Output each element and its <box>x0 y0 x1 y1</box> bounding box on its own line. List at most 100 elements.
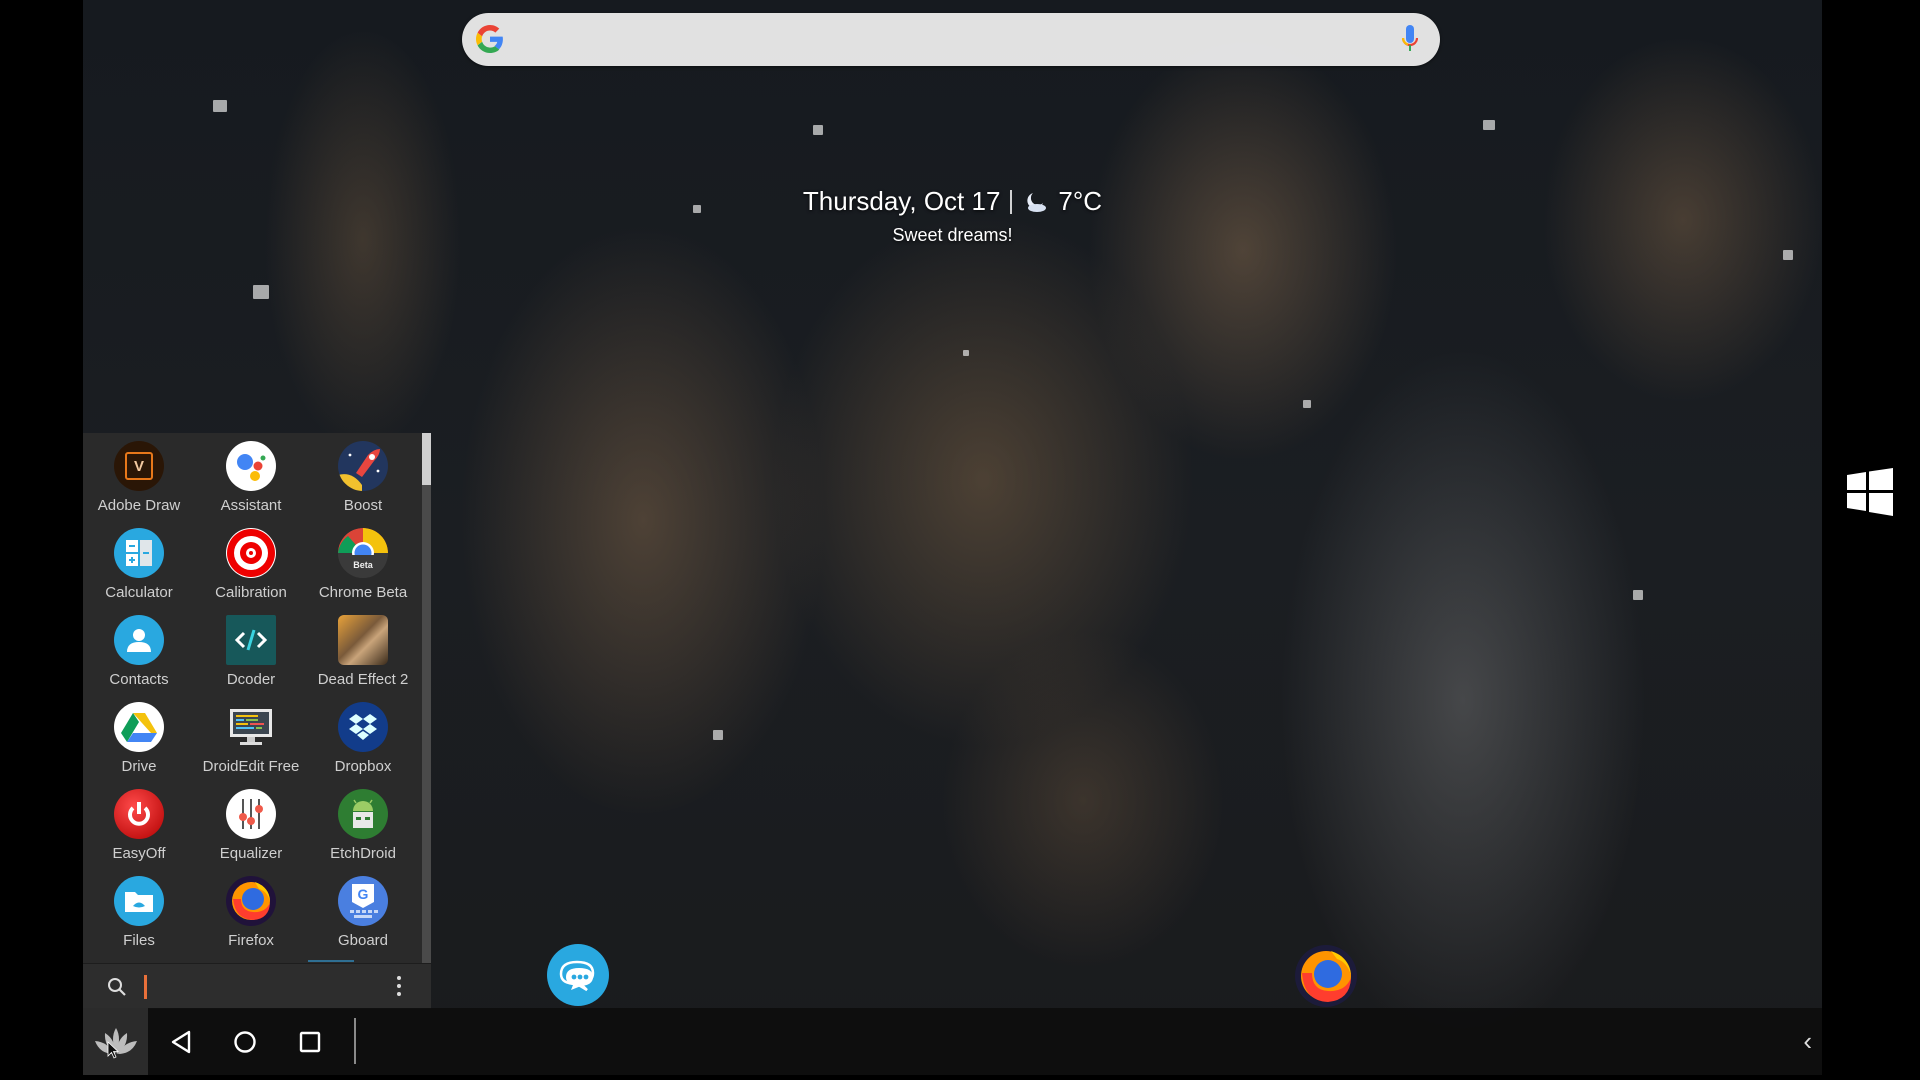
app-label: Boost <box>343 497 383 514</box>
wallpaper-speck <box>713 730 723 740</box>
dead-effect-2-icon <box>338 615 388 665</box>
svg-text:G: G <box>358 886 369 902</box>
back-button[interactable] <box>165 1026 197 1058</box>
drive-icon <box>114 702 164 752</box>
dropbox-icon <box>338 702 388 752</box>
app-label: Adobe Draw <box>97 497 181 514</box>
chat-bubbles-icon <box>559 960 595 992</box>
etchdroid-icon <box>338 789 388 839</box>
moon-cloud-icon <box>1027 192 1047 212</box>
app-droidedit-free[interactable]: DroidEdit Free <box>195 702 307 789</box>
google-search-bar[interactable] <box>462 13 1440 66</box>
wallpaper-speck <box>813 125 823 135</box>
app-drive[interactable]: Drive <box>83 702 195 789</box>
app-label: EasyOff <box>112 845 166 862</box>
wallpaper-speck <box>253 285 269 299</box>
firefox-icon <box>1301 951 1351 1002</box>
app-label: Chrome Beta <box>318 584 408 601</box>
app-files[interactable]: Files <box>83 876 195 963</box>
temperature-text[interactable]: 7°C <box>1058 186 1102 217</box>
wallpaper-speck <box>213 100 227 112</box>
app-label: Firefox <box>228 932 274 949</box>
text-cursor <box>144 975 147 999</box>
back-icon <box>171 1030 191 1054</box>
windows-logo-icon <box>1847 468 1893 516</box>
app-label: Calculator <box>105 584 173 601</box>
scrollbar-thumb[interactable] <box>422 433 431 485</box>
app-label: Contacts <box>109 671 169 688</box>
files-folder-icon <box>114 876 164 926</box>
app-label: DroidEdit Free <box>202 758 300 775</box>
expand-tray-chevron-icon[interactable]: ‹ <box>1803 1026 1812 1057</box>
adobe-draw-icon: V <box>114 441 164 491</box>
calibration-target-icon <box>226 528 276 578</box>
microphone-icon[interactable] <box>1402 25 1418 55</box>
beta-badge: Beta <box>353 560 373 570</box>
app-easyoff[interactable]: EasyOff <box>83 789 195 876</box>
home-button[interactable] <box>229 1026 261 1058</box>
drawer-scrollbar[interactable] <box>422 433 431 963</box>
recents-icon <box>299 1031 321 1053</box>
app-label: Equalizer <box>219 845 283 862</box>
app-boost[interactable]: Boost <box>307 441 419 528</box>
app-assistant[interactable]: Assistant <box>195 441 307 528</box>
app-etchdroid[interactable]: EtchDroid <box>307 789 419 876</box>
app-contacts[interactable]: Contacts <box>83 615 195 702</box>
recents-button[interactable] <box>294 1026 326 1058</box>
app-grid: V Adobe Draw Assistant Boost Calculator … <box>83 433 421 971</box>
start-button[interactable] <box>83 1008 148 1075</box>
app-dcoder[interactable]: Dcoder <box>195 615 307 702</box>
wallpaper-speck <box>1633 590 1643 600</box>
assistant-icon <box>226 441 276 491</box>
more-options-icon[interactable] <box>397 976 401 1000</box>
contacts-icon <box>114 615 164 665</box>
greeting-text: Sweet dreams! <box>892 225 1013 245</box>
boost-rocket-icon <box>338 441 388 491</box>
dock-messaging-app[interactable] <box>547 944 609 1006</box>
windows-logo-button[interactable] <box>1845 468 1895 521</box>
app-label: Dead Effect 2 <box>317 671 409 688</box>
app-dead-effect-2[interactable]: Dead Effect 2 <box>307 615 419 702</box>
app-label: Gboard <box>337 932 389 949</box>
app-label: Files <box>123 932 155 949</box>
gboard-icon: G <box>338 876 388 926</box>
taskbar-divider <box>354 1018 356 1064</box>
taskbar: ‹ <box>83 1008 1822 1075</box>
app-adobe-draw[interactable]: V Adobe Draw <box>83 441 195 528</box>
android-desktop: Thursday, Oct 17 7°C Sweet dreams! V Ado… <box>83 0 1822 1075</box>
app-gboard[interactable]: G Gboard <box>307 876 419 963</box>
chrome-beta-icon: Beta <box>338 528 388 578</box>
app-label: EtchDroid <box>330 845 396 862</box>
droidedit-icon <box>226 702 276 752</box>
wallpaper-speck <box>1483 120 1495 130</box>
app-label: Dcoder <box>226 671 276 688</box>
app-equalizer[interactable]: Equalizer <box>195 789 307 876</box>
app-calculator[interactable]: Calculator <box>83 528 195 615</box>
app-label: Dropbox <box>334 758 392 775</box>
date-text[interactable]: Thursday, Oct 17 <box>803 186 1001 217</box>
dock-firefox-app[interactable] <box>1295 945 1357 1007</box>
equalizer-icon <box>226 789 276 839</box>
app-dropbox[interactable]: Dropbox <box>307 702 419 789</box>
focus-indicator <box>308 960 354 962</box>
app-label: Calibration <box>215 584 287 601</box>
app-calibration[interactable]: Calibration <box>195 528 307 615</box>
dcoder-icon <box>226 615 276 665</box>
app-label: Assistant <box>220 497 282 514</box>
firefox-icon <box>226 876 276 926</box>
wallpaper-speck <box>1783 250 1793 260</box>
app-label: Drive <box>121 758 157 775</box>
lotus-start-icon <box>94 1027 137 1059</box>
app-chrome-beta[interactable]: Beta Chrome Beta <box>307 528 419 615</box>
search-icon <box>108 978 126 996</box>
easyoff-power-icon <box>114 789 164 839</box>
google-g-icon <box>476 25 503 53</box>
home-icon <box>234 1031 256 1053</box>
wallpaper-speck <box>1303 400 1311 408</box>
app-search-field[interactable] <box>83 963 431 1009</box>
divider <box>1010 189 1013 214</box>
calculator-icon <box>114 528 164 578</box>
at-a-glance-widget[interactable]: Thursday, Oct 17 7°C Sweet dreams! <box>83 186 1822 246</box>
app-firefox[interactable]: Firefox <box>195 876 307 963</box>
app-drawer: V Adobe Draw Assistant Boost Calculator … <box>83 433 431 1009</box>
